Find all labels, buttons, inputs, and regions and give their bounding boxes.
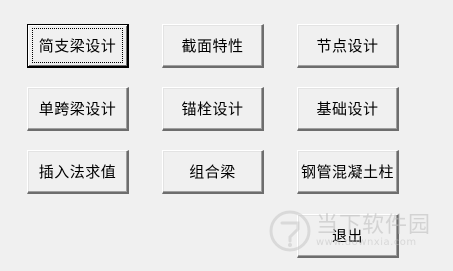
single-span-beam-design-label: 单跨梁设计	[38, 100, 117, 118]
composite-beam-button[interactable]: 组合梁	[162, 150, 264, 194]
foundation-design-label: 基础设计	[316, 100, 379, 118]
single-span-beam-design-button[interactable]: 单跨梁设计	[27, 87, 129, 131]
simply-supported-beam-design-button[interactable]: 简支梁设计	[27, 24, 129, 68]
concrete-filled-steel-tube-column-label: 钢管混凝土柱	[300, 163, 394, 181]
concrete-filled-steel-tube-column-button[interactable]: 钢管混凝土柱	[297, 150, 399, 194]
foundation-design-button[interactable]: 基础设计	[297, 87, 399, 131]
interpolation-button[interactable]: 插入法求值	[27, 150, 129, 194]
simply-supported-beam-design-label: 简支梁设计	[31, 28, 124, 63]
section-properties-label: 截面特性	[181, 37, 244, 55]
composite-beam-label: 组合梁	[189, 163, 236, 181]
anchor-bolt-design-label: 锚栓设计	[181, 100, 244, 118]
node-design-label: 节点设计	[316, 37, 379, 55]
section-properties-button[interactable]: 截面特性	[162, 24, 264, 68]
anchor-bolt-design-button[interactable]: 锚栓设计	[162, 87, 264, 131]
exit-button[interactable]: 退出	[297, 214, 399, 258]
exit-label: 退出	[331, 227, 363, 245]
node-design-button[interactable]: 节点设计	[297, 24, 399, 68]
interpolation-label: 插入法求值	[38, 163, 117, 181]
